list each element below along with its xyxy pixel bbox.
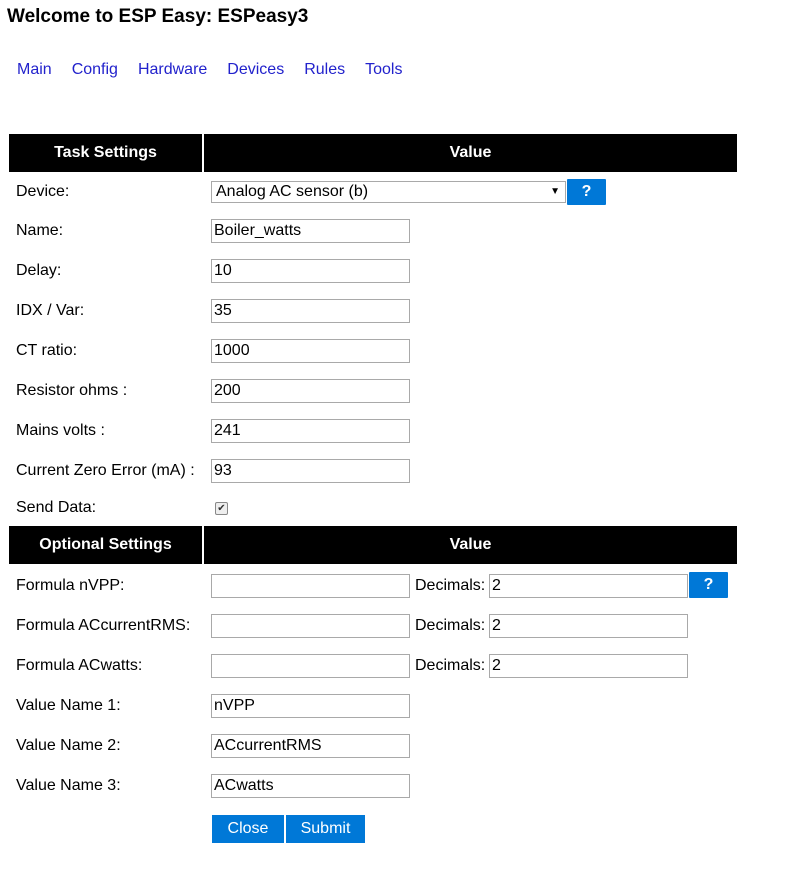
formula-help-button[interactable]: ?: [689, 572, 728, 598]
formula-accurrentrms-input[interactable]: [211, 614, 410, 638]
resistor-ohms-label: Resistor ohms :: [16, 382, 128, 399]
nav-hardware[interactable]: Hardware: [128, 60, 217, 80]
value-name-3-input[interactable]: ACwatts: [211, 774, 410, 798]
nav-devices[interactable]: Devices: [217, 60, 294, 80]
formula-nvpp-label: Formula nVPP:: [16, 577, 125, 594]
delay-label: Delay:: [16, 262, 62, 279]
decimals-input-3[interactable]: 2: [489, 654, 688, 678]
delay-input[interactable]: 10: [211, 259, 410, 283]
page-title: Welcome to ESP Easy: ESPeasy3: [7, 6, 309, 27]
device-select[interactable]: Analog AC sensor (b) ▼: [211, 181, 566, 203]
idx-label: IDX / Var:: [16, 302, 85, 319]
formula-acwatts-label: Formula ACwatts:: [16, 657, 143, 674]
main-nav: Main Config Hardware Devices Rules Tools: [7, 60, 412, 80]
resistor-ohms-input[interactable]: 200: [211, 379, 410, 403]
nav-tools[interactable]: Tools: [355, 60, 412, 80]
decimals-label-3: Decimals:: [415, 657, 486, 674]
value-name-2-input[interactable]: ACcurrentRMS: [211, 734, 410, 758]
optional-value-header: Value: [204, 526, 737, 564]
nav-config[interactable]: Config: [62, 60, 128, 80]
device-help-button[interactable]: ?: [567, 179, 606, 205]
name-input[interactable]: Boiler_watts: [211, 219, 410, 243]
nav-main[interactable]: Main: [7, 60, 62, 80]
decimals-label-2: Decimals:: [415, 617, 486, 634]
value-name-1-input[interactable]: nVPP: [211, 694, 410, 718]
optional-settings-header: Optional Settings: [9, 526, 202, 564]
formula-nvpp-input[interactable]: [211, 574, 410, 598]
send-data-label: Send Data:: [16, 499, 97, 516]
name-label: Name:: [16, 222, 64, 239]
nav-rules[interactable]: Rules: [294, 60, 355, 80]
decimals-input-1[interactable]: 2: [489, 574, 688, 598]
submit-button[interactable]: Submit: [286, 815, 365, 843]
value-name-1-label: Value Name 1:: [16, 697, 121, 714]
zero-error-input[interactable]: 93: [211, 459, 410, 483]
formula-accurrentrms-label: Formula ACcurrentRMS:: [16, 617, 191, 634]
device-label: Device:: [16, 183, 70, 200]
mains-volts-input[interactable]: 241: [211, 419, 410, 443]
formula-acwatts-input[interactable]: [211, 654, 410, 678]
task-value-header: Value: [204, 134, 737, 172]
mains-volts-label: Mains volts :: [16, 422, 105, 439]
value-name-3-label: Value Name 3:: [16, 777, 121, 794]
value-name-2-label: Value Name 2:: [16, 737, 121, 754]
send-data-checkbox[interactable]: ✔: [215, 502, 228, 515]
decimals-label-1: Decimals:: [415, 577, 486, 594]
zero-error-label: Current Zero Error (mA) :: [16, 462, 195, 479]
ct-ratio-input[interactable]: 1000: [211, 339, 410, 363]
idx-input[interactable]: 35: [211, 299, 410, 323]
decimals-input-2[interactable]: 2: [489, 614, 688, 638]
device-select-value: Analog AC sensor (b): [216, 183, 369, 200]
ct-ratio-label: CT ratio:: [16, 342, 78, 359]
dropdown-arrow-icon: ▼: [550, 186, 560, 197]
task-settings-header: Task Settings: [9, 134, 202, 172]
close-button[interactable]: Close: [212, 815, 284, 843]
